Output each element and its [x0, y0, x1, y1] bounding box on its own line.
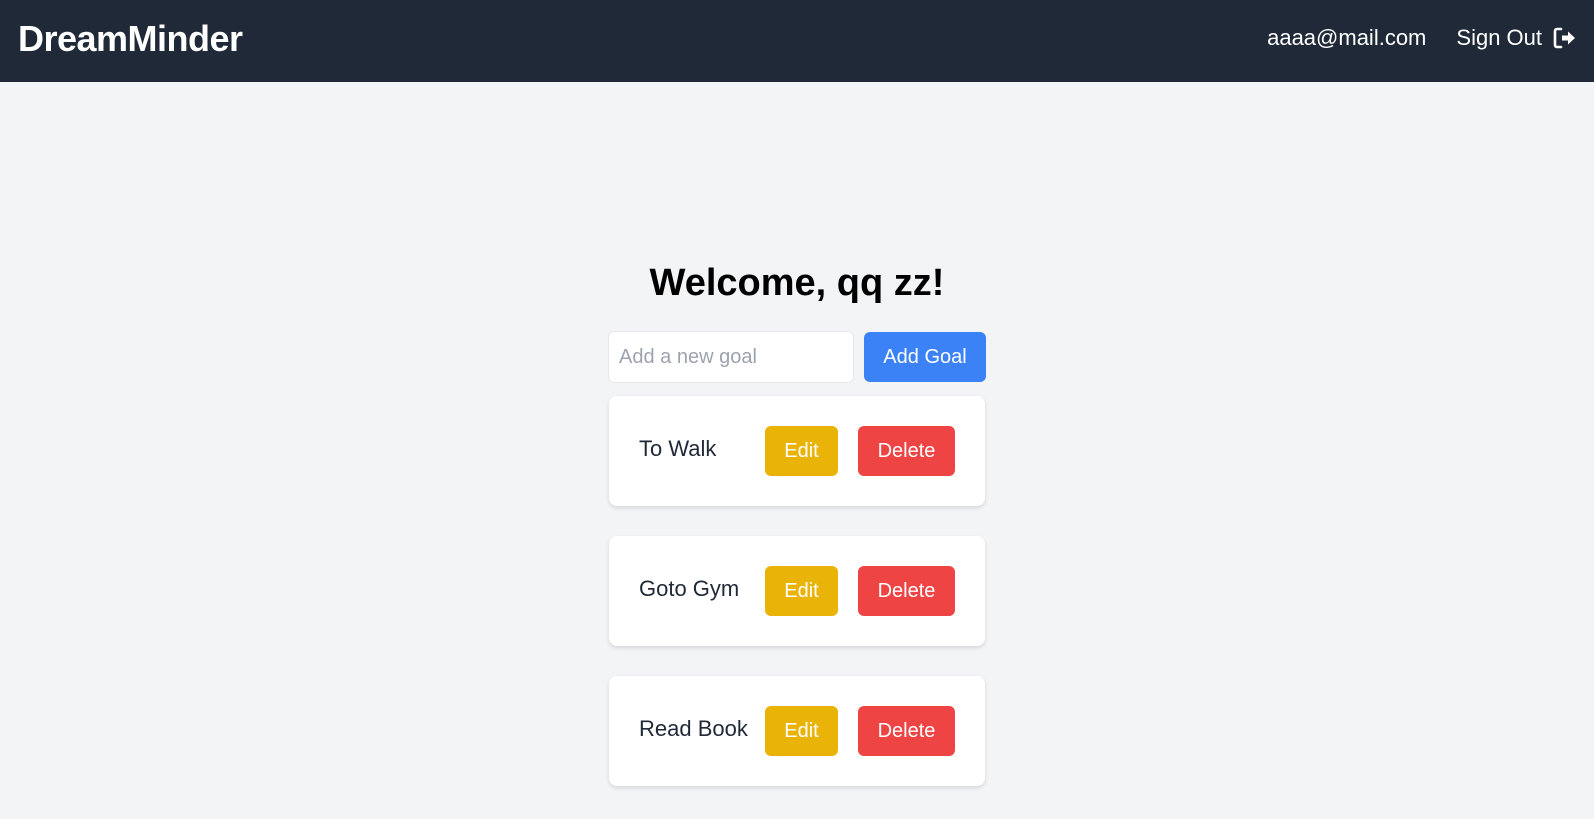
edit-goal-button[interactable]: Edit [765, 706, 838, 756]
welcome-heading: Welcome, qq zz! [649, 262, 945, 304]
add-goal-button[interactable]: Add Goal [864, 332, 986, 382]
goal-card: Goto Gym Edit Delete [609, 536, 985, 646]
brand-logo[interactable]: DreamMinder [18, 18, 243, 60]
goal-card: To Walk Edit Delete [609, 396, 985, 506]
goal-text: Goto Gym [639, 576, 740, 601]
sign-out-button[interactable]: Sign Out [1456, 25, 1576, 51]
delete-goal-button[interactable]: Delete [858, 706, 955, 756]
delete-goal-button[interactable]: Delete [858, 566, 955, 616]
sign-out-icon [1552, 26, 1576, 50]
edit-goal-button[interactable]: Edit [765, 426, 838, 476]
edit-goal-button[interactable]: Edit [765, 566, 838, 616]
goal-text: Read Book [639, 716, 748, 741]
goal-text: To Walk [639, 436, 717, 461]
add-goal-form: Add Goal [608, 331, 986, 383]
nav-right: aaaa@mail.com Sign Out [1267, 25, 1576, 51]
goal-card: Read Book Edit Delete [609, 676, 985, 786]
main-content: Welcome, qq zz! Add Goal To Walk Edit De… [0, 82, 1594, 819]
user-email: aaaa@mail.com [1267, 25, 1427, 50]
navbar: DreamMinder aaaa@mail.com Sign Out [0, 0, 1594, 82]
new-goal-input[interactable] [608, 331, 854, 383]
sign-out-label: Sign Out [1456, 25, 1542, 50]
delete-goal-button[interactable]: Delete [858, 426, 955, 476]
